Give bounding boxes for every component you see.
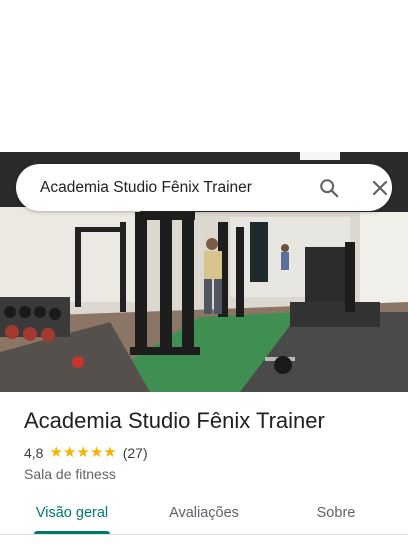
place-tabs: Visão geral Avaliações Sobre bbox=[0, 490, 408, 544]
close-icon[interactable] bbox=[370, 178, 390, 198]
search-bar[interactable]: Academia Studio Fênix Trainer bbox=[16, 164, 392, 211]
rating-value: 4,8 bbox=[24, 445, 44, 461]
tab-reviews[interactable]: Avaliações bbox=[154, 490, 254, 536]
tabs-divider bbox=[0, 534, 408, 535]
rating-row[interactable]: 4,8 ★ ★ ★ ★ ★ (27) bbox=[24, 444, 148, 462]
search-icon[interactable] bbox=[318, 177, 340, 199]
star-icon: ★ bbox=[62, 444, 77, 461]
star-rating: ★ ★ ★ ★ ★ bbox=[49, 444, 116, 462]
place-category: Sala de fitness bbox=[24, 466, 116, 482]
star-icon: ★ bbox=[49, 444, 63, 461]
tab-about[interactable]: Sobre bbox=[296, 490, 376, 536]
place-title: Academia Studio Fênix Trainer bbox=[24, 408, 325, 433]
tab-overview[interactable]: Visão geral bbox=[24, 490, 120, 536]
blank-header-area bbox=[0, 0, 408, 152]
star-icon: ★ bbox=[103, 444, 117, 461]
star-icon: ★ bbox=[76, 444, 90, 461]
star-icon: ★ bbox=[89, 444, 104, 461]
search-input[interactable]: Academia Studio Fênix Trainer bbox=[40, 164, 252, 211]
review-count[interactable]: (27) bbox=[123, 445, 148, 461]
